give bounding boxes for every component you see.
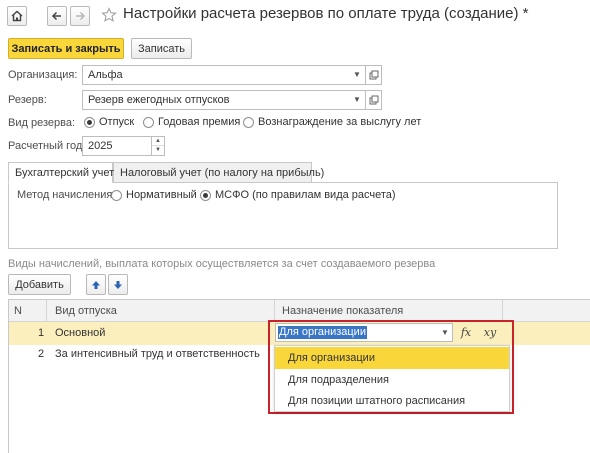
radio-vacation-label: Отпуск	[99, 116, 135, 128]
radio-seniority-bonus[interactable]	[243, 117, 254, 128]
arrow-down-icon	[114, 280, 122, 289]
row-vacation-type: Основной	[55, 327, 106, 339]
stepper-down-icon[interactable]: ▼	[152, 146, 164, 155]
reserve-type-label: Вид резерва:	[8, 117, 75, 129]
tab-accounting[interactable]: Бухгалтерский учет	[8, 162, 114, 183]
chevron-down-icon[interactable]: ▼	[438, 324, 452, 341]
accruals-section-title: Виды начислений, выплата которых осущест…	[8, 258, 436, 270]
move-up-button[interactable]	[86, 274, 106, 295]
method-label: Метод начисления:	[17, 189, 116, 201]
reserve-label: Резерв:	[8, 94, 47, 106]
radio-normative[interactable]	[111, 190, 122, 201]
row-vacation-type: За интенсивный труд и ответственность	[55, 348, 260, 360]
purpose-dropdown: Для организации Для подразделения Для по…	[274, 345, 510, 412]
move-down-button[interactable]	[108, 274, 128, 295]
radio-vacation[interactable]	[84, 117, 95, 128]
radio-seniority-bonus-label: Вознаграждение за выслугу лет	[258, 116, 422, 128]
open-organization-button[interactable]	[366, 65, 382, 85]
variable-xy-button[interactable]: xy	[480, 323, 500, 342]
radio-normative-label: Нормативный	[126, 189, 197, 201]
open-icon	[369, 70, 378, 80]
arrow-left-icon	[51, 11, 61, 21]
open-reserve-button[interactable]	[366, 90, 382, 110]
year-stepper[interactable]: ▲ ▼	[152, 136, 165, 156]
page-title: Настройки расчета резервов по оплате тру…	[123, 5, 529, 22]
xy-icon: xy	[483, 326, 497, 339]
radio-annual-bonus-label: Годовая премия	[158, 116, 241, 128]
home-button[interactable]	[7, 6, 27, 26]
row-number: 1	[38, 327, 45, 339]
forward-button[interactable]	[70, 6, 90, 26]
arrow-right-icon	[76, 11, 86, 21]
column-divider	[502, 300, 503, 322]
column-divider	[46, 300, 47, 322]
year-value: 2025	[88, 140, 113, 152]
save-and-close-button[interactable]: Записать и закрыть	[8, 38, 124, 59]
column-header-vacation-type[interactable]: Вид отпуска	[55, 305, 117, 317]
chevron-down-icon[interactable]: ▼	[349, 66, 365, 84]
stepper-up-icon[interactable]: ▲	[152, 137, 164, 146]
reserve-field[interactable]: Резерв ежегодных отпусков ▼	[82, 90, 366, 110]
add-button[interactable]: Добавить	[8, 274, 71, 295]
back-button[interactable]	[47, 6, 67, 26]
dropdown-option-department[interactable]: Для подразделения	[275, 369, 509, 391]
year-field[interactable]: 2025	[82, 136, 152, 156]
purpose-editor[interactable]: Для организации ▼	[275, 323, 453, 342]
tab-tax-accounting[interactable]: Налоговый учет (по налогу на прибыль)	[113, 162, 324, 183]
open-icon	[369, 95, 378, 105]
column-header-n[interactable]: N	[14, 305, 22, 317]
reserve-value: Резерв ежегодных отпусков	[88, 94, 230, 106]
save-button[interactable]: Записать	[131, 38, 192, 59]
column-divider	[274, 300, 275, 322]
organization-label: Организация:	[8, 69, 78, 81]
dropdown-option-staff-position[interactable]: Для позиции штатного расписания	[275, 390, 509, 412]
organization-field[interactable]: Альфа ▼	[82, 65, 366, 85]
row-number: 2	[38, 348, 45, 360]
purpose-editor-value: Для организации	[278, 326, 367, 339]
formula-fx-button[interactable]: fx	[456, 323, 476, 342]
arrow-up-icon	[92, 280, 100, 289]
favorite-star-icon[interactable]	[101, 7, 117, 23]
fx-icon: fx	[460, 326, 472, 339]
dropdown-option-organization[interactable]: Для организации	[275, 347, 509, 369]
radio-annual-bonus[interactable]	[143, 117, 154, 128]
radio-ifrs-label: МСФО (по правилам вида расчета)	[215, 189, 396, 201]
chevron-down-icon[interactable]: ▼	[349, 91, 365, 109]
column-header-purpose[interactable]: Назначение показателя	[282, 305, 403, 317]
home-icon	[11, 10, 23, 22]
radio-ifrs[interactable]	[200, 190, 211, 201]
organization-value: Альфа	[88, 69, 123, 81]
year-label: Расчетный год:	[8, 140, 86, 152]
